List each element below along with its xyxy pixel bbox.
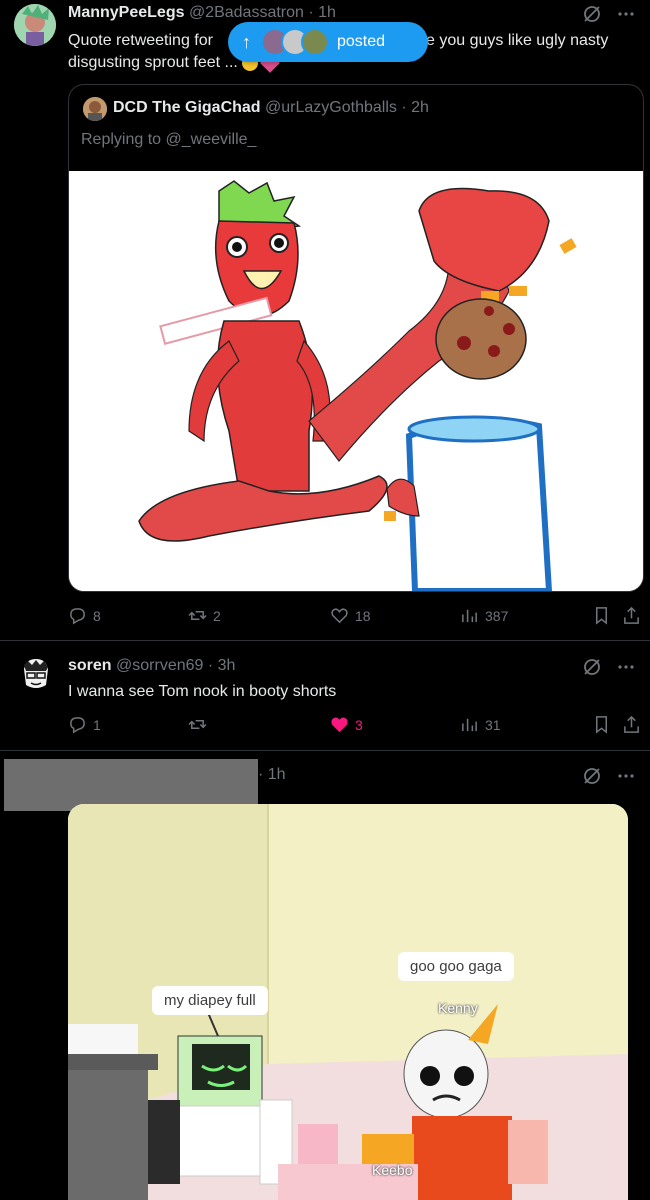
like-count: 18: [355, 607, 371, 624]
reply-icon: [70, 608, 85, 625]
views-button[interactable]: 387: [460, 606, 508, 625]
repost-icon: [188, 610, 207, 621]
post-header: soren @sorrven69 · 3h: [68, 657, 235, 675]
like-count: 3: [355, 716, 363, 733]
post-corner-actions: [582, 657, 636, 677]
quote-handle-time[interactable]: @urLazyGothballs · 2h: [265, 99, 429, 116]
quoted-post[interactable]: DCD The GigaChad @urLazyGothballs · 2h R…: [68, 84, 644, 592]
views-icon: [462, 718, 477, 732]
post-text-line2-value: disgusting sprout feet ...: [68, 54, 238, 71]
bookmark-button[interactable]: [592, 715, 611, 734]
post-soren[interactable]: soren @sorrven69 · 3h I wanna see Tom no…: [0, 641, 650, 749]
nametag-bottom: Keebo: [372, 1162, 413, 1178]
repost-icon: [188, 719, 207, 730]
more-icon[interactable]: [616, 766, 636, 786]
post-header: MannyPeeLegs @2Badassatron · 1h: [68, 4, 336, 22]
post-action-bar: 1 3 31: [68, 715, 640, 739]
grok-icon[interactable]: [582, 657, 602, 677]
share-icon: [624, 606, 639, 624]
like-icon: [331, 717, 348, 733]
share-button[interactable]: [622, 606, 641, 625]
post-text-line1-right: e you guys like ugly nasty: [426, 32, 609, 49]
share-icon: [624, 715, 639, 733]
display-name[interactable]: soren: [68, 657, 112, 674]
quote-drawing[interactable]: [69, 171, 643, 591]
post-corner-actions: [582, 766, 636, 786]
nametag-right: Kenny: [438, 1000, 478, 1016]
like-button[interactable]: 18: [330, 606, 371, 625]
avatar-mannypeelegs[interactable]: [14, 4, 56, 46]
post-time[interactable]: · 1h: [258, 766, 286, 784]
repost-button[interactable]: 2: [188, 606, 221, 625]
chat-bubble-left: my diapey full: [152, 986, 268, 1015]
handle-time[interactable]: @2Badassatron · 1h: [189, 4, 336, 21]
bookmark-button[interactable]: [592, 606, 611, 625]
bookmark-icon: [595, 716, 608, 734]
new-posts-pill[interactable]: ↑ posted: [228, 22, 428, 62]
grok-icon[interactable]: [582, 766, 602, 786]
quote-header: DCD The GigaChad @urLazyGothballs · 2h: [113, 99, 429, 117]
grok-icon[interactable]: [582, 4, 602, 24]
bookmark-icon: [595, 607, 608, 625]
views-count: 31: [485, 716, 501, 733]
repost-count: 2: [213, 607, 221, 624]
avatar: [301, 28, 329, 56]
share-button[interactable]: [622, 715, 641, 734]
more-icon[interactable]: [616, 657, 636, 677]
pill-avatars: [261, 28, 329, 56]
like-icon: [331, 608, 348, 624]
quote-display-name[interactable]: DCD The GigaChad: [113, 99, 261, 116]
post-corner-actions: [582, 4, 636, 24]
arrow-up-icon: ↑: [242, 31, 251, 52]
post-mannypeelegs[interactable]: MannyPeeLegs @2Badassatron · 1h Quote re…: [0, 0, 650, 640]
more-icon[interactable]: [616, 4, 636, 24]
views-count: 387: [485, 607, 509, 624]
post-text: I wanna see Tom nook in booty shorts: [68, 683, 337, 700]
reply-count: 8: [93, 607, 101, 624]
avatar-soren[interactable]: [16, 655, 56, 695]
reply-icon: [70, 717, 85, 734]
reply-button[interactable]: 8: [68, 606, 101, 625]
like-button[interactable]: 3: [330, 715, 363, 734]
chat-bubble-right: goo goo gaga: [398, 952, 514, 981]
repost-button[interactable]: [188, 715, 213, 734]
avatar-dcd[interactable]: [83, 97, 107, 121]
pill-label: posted: [337, 33, 386, 50]
post-text-line1-left: Quote retweeting for: [68, 32, 213, 49]
reply-count: 1: [93, 716, 101, 733]
replying-to[interactable]: Replying to @_weeville_: [81, 131, 256, 149]
post-media-image[interactable]: my diapey full goo goo gaga Kenny Keebo: [68, 804, 628, 1200]
reply-button[interactable]: 1: [68, 715, 101, 734]
handle-time[interactable]: @sorrven69 · 3h: [116, 657, 235, 674]
views-button[interactable]: 31: [460, 715, 501, 734]
quote-action-bar: 8 2 18 387: [68, 606, 640, 630]
display-name[interactable]: MannyPeeLegs: [68, 4, 184, 21]
views-icon: [462, 609, 477, 623]
